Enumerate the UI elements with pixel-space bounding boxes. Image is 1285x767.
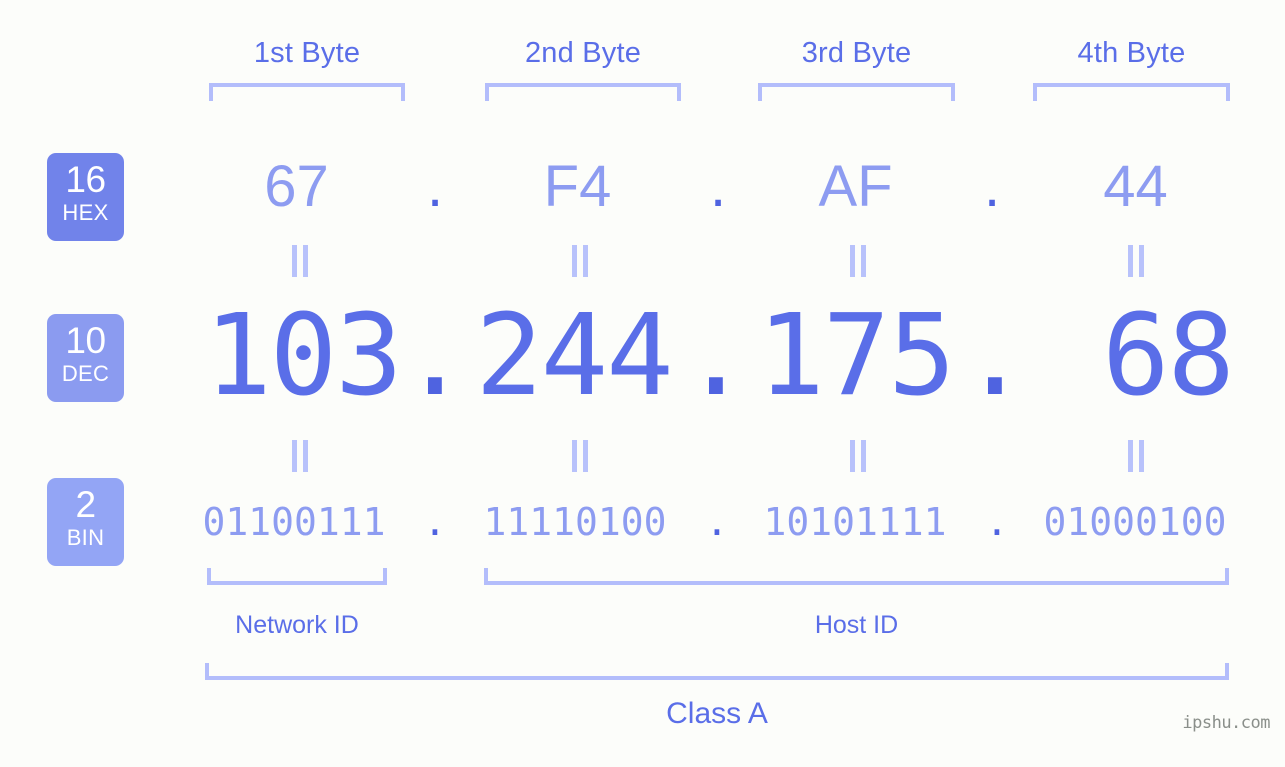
bin-value-4: 01000100 [1043,500,1227,544]
byte-bracket-4 [1033,83,1230,101]
radix-badge-dec: 10 DEC [47,314,124,402]
radix-badge-dec-name: DEC [61,361,110,386]
byte-bracket-2 [485,83,681,101]
hex-value-4: 44 [1103,154,1168,219]
equals-mark-dec-bin-1 [287,440,313,472]
radix-badge-bin-name: BIN [66,525,105,550]
byte-header-label-1: 1st Byte [253,37,361,69]
byte-header-label-3: 3rd Byte [801,37,912,69]
dec-value-4: 68 [1102,291,1235,421]
dec-separator-2: . [682,291,750,421]
bin-separator-2: . [705,500,729,544]
hex-separator-2: . [709,154,727,219]
network-id-label: Network ID [235,611,359,639]
bin-separator-3: . [985,500,1009,544]
equals-mark-dec-bin-4 [1123,440,1149,472]
byte-bracket-3 [758,83,955,101]
hex-value-2: F4 [543,154,612,219]
host-id-bracket [484,568,1229,585]
class-bracket [205,663,1229,680]
radix-badge-hex: 16 HEX [47,153,124,241]
host-id-label: Host ID [814,611,899,639]
hex-value-1: 67 [264,154,329,219]
byte-bracket-1 [209,83,405,101]
radix-badge-hex-number: 16 [65,159,106,200]
equals-mark-dec-bin-2 [567,440,593,472]
bin-value-1: 01100111 [202,500,386,544]
hex-value-3: AF [818,154,893,219]
byte-header-label-4: 4th Byte [1077,37,1186,69]
hex-separator-1: . [426,154,444,219]
radix-badge-hex-name: HEX [62,200,109,225]
dec-value-2: 244 [475,291,673,421]
watermark: ipshu.com [1182,713,1270,733]
equals-mark-hex-dec-1 [287,245,313,277]
equals-mark-hex-dec-4 [1123,245,1149,277]
dec-separator-1: . [401,291,469,421]
radix-badge-dec-number: 10 [65,320,106,361]
radix-badge-bin-number: 2 [75,484,96,525]
radix-badge-bin: 2 BIN [47,478,124,566]
dec-value-1: 103 [204,291,402,421]
byte-header-label-2: 2nd Byte [524,37,642,69]
network-id-bracket [207,568,387,585]
class-label: Class A [666,697,768,730]
bin-separator-1: . [423,500,447,544]
equals-mark-hex-dec-3 [845,245,871,277]
dec-value-3: 175 [757,291,955,421]
equals-mark-hex-dec-2 [567,245,593,277]
bin-value-3: 10101111 [763,500,947,544]
dec-separator-3: . [961,291,1029,421]
equals-mark-dec-bin-3 [845,440,871,472]
hex-separator-3: . [983,154,1001,219]
ip-address-breakdown-diagram: 1st Byte 2nd Byte 3rd Byte 4th Byte 16 H… [0,0,1285,767]
bin-value-2: 11110100 [483,500,667,544]
